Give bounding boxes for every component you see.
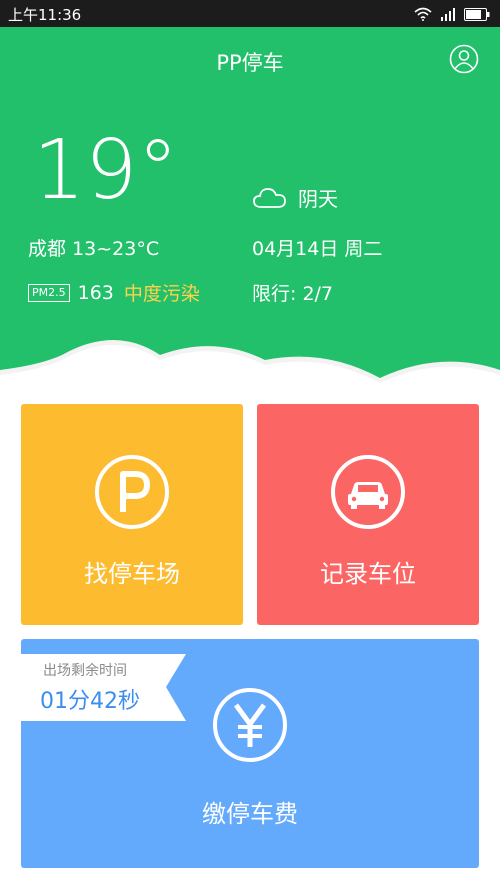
aqi-value: 163 [77, 281, 114, 304]
record-spot-label: 记录车位 [320, 560, 416, 588]
cloud-icon [253, 187, 286, 208]
user-icon[interactable] [449, 44, 479, 74]
pm-badge: PM2.5 [28, 283, 70, 302]
weather-label: 阴天 [298, 187, 338, 211]
aqi-level: 中度污染 [123, 283, 200, 305]
status-bar: 上午11:36 [0, 0, 500, 27]
parking-icon [95, 455, 169, 529]
record-spot-card[interactable]: 记录车位 [257, 404, 479, 625]
pay-fee-card[interactable]: 出场剩余时间 01分42秒 缴停车费 [21, 639, 479, 868]
temperature: 19° [33, 123, 179, 218]
car-icon [331, 455, 405, 529]
find-parking-label: 找停车场 [84, 560, 180, 588]
yen-icon [213, 688, 287, 762]
city-temperature-range: 成都 13~23°C [28, 238, 160, 260]
app-title: PP停车 [216, 51, 284, 75]
timer-value: 01分42秒 [40, 689, 140, 714]
find-parking-card[interactable]: 找停车场 [21, 404, 243, 625]
traffic-limit: 限行: 2/7 [252, 283, 334, 305]
wifi-icon [414, 7, 432, 21]
weather-condition: 阴天 [252, 183, 338, 212]
status-icons [414, 6, 490, 22]
air-quality: PM2.5 163 中度污染 [28, 279, 200, 306]
pay-fee-label: 缴停车费 [202, 800, 298, 828]
status-time: 上午11:36 [8, 6, 82, 24]
cloud-divider [0, 340, 500, 410]
timer-caption: 出场剩余时间 [43, 663, 127, 679]
date-label: 04月14日 周二 [252, 238, 383, 260]
signal-icon [441, 8, 455, 21]
battery-icon [464, 7, 490, 21]
